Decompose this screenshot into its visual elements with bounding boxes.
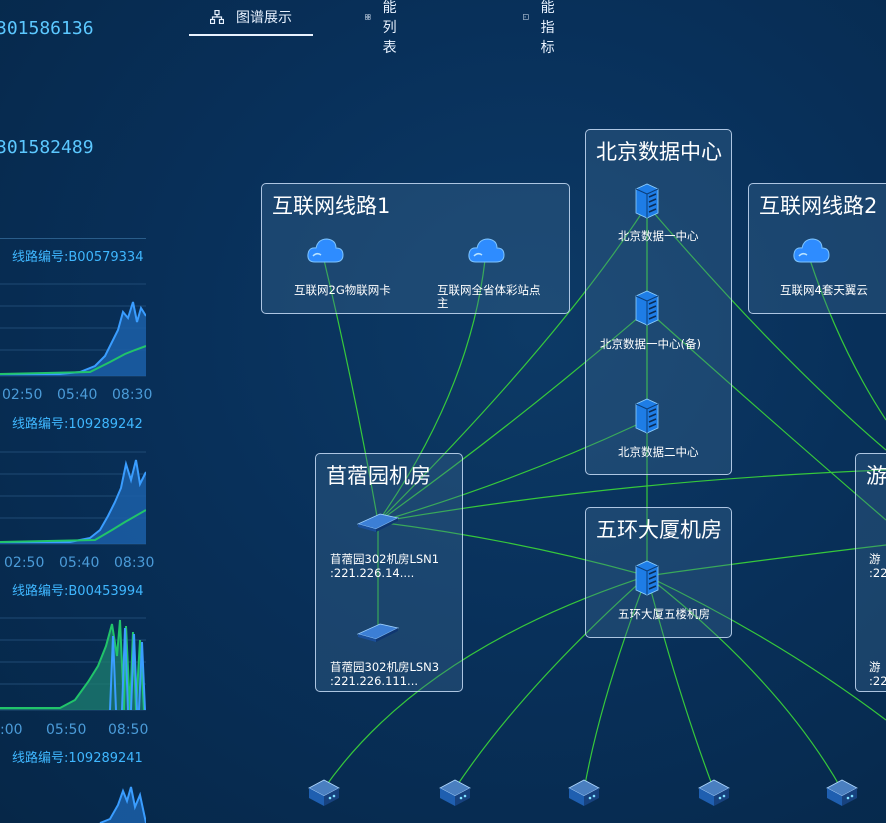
- cloud-icon[interactable]: [305, 234, 345, 268]
- switch-icon[interactable]: [356, 620, 400, 644]
- node-label: 互联网4套天翼云: [780, 283, 868, 297]
- node-label: 北京数据二中心: [618, 445, 699, 459]
- node-label: :22: [869, 674, 886, 688]
- group-title: 苜蓿园机房: [326, 464, 431, 488]
- node-label: 北京数据一中心: [618, 229, 699, 243]
- node-label: :221.226.111...: [330, 674, 419, 688]
- server-icon[interactable]: [633, 398, 661, 434]
- cloud-icon[interactable]: [791, 234, 831, 268]
- cloud-icon[interactable]: [466, 234, 506, 268]
- node-label: 苜蓿园302机房LSN3: [330, 660, 440, 674]
- node-label: 互联网2G物联网卡: [294, 283, 391, 297]
- node-label: :22: [869, 566, 886, 580]
- group-title: 五环大厦机房: [596, 518, 722, 542]
- server-icon[interactable]: [633, 560, 661, 596]
- node-label: 互联网全省体彩站点主: [437, 283, 541, 310]
- topology-stage: { "tabs":[ {"label":"图谱展示","icon":"topol…: [0, 0, 886, 823]
- router-icon[interactable]: [823, 776, 861, 810]
- server-icon[interactable]: [633, 290, 661, 326]
- node-label: 游: [869, 552, 881, 566]
- server-icon[interactable]: [633, 183, 661, 219]
- switch-icon[interactable]: [356, 510, 400, 534]
- node-label: 北京数据一中心(备): [600, 337, 701, 351]
- link-layer: [322, 204, 886, 791]
- node-label: 苜蓿园302机房LSN1: [330, 552, 440, 566]
- router-icon[interactable]: [305, 776, 343, 810]
- group-title: 北京数据中心: [596, 140, 722, 164]
- router-icon[interactable]: [695, 776, 733, 810]
- router-icon[interactable]: [565, 776, 603, 810]
- group-title: 互联网线路1: [272, 194, 391, 218]
- node-label: 五环大厦五楼机房: [618, 607, 710, 621]
- router-icon[interactable]: [436, 776, 474, 810]
- group-title: 游: [866, 464, 886, 488]
- node-label: 游: [869, 660, 881, 674]
- node-label: :221.226.14....: [330, 566, 415, 580]
- group-title: 互联网线路2: [759, 194, 878, 218]
